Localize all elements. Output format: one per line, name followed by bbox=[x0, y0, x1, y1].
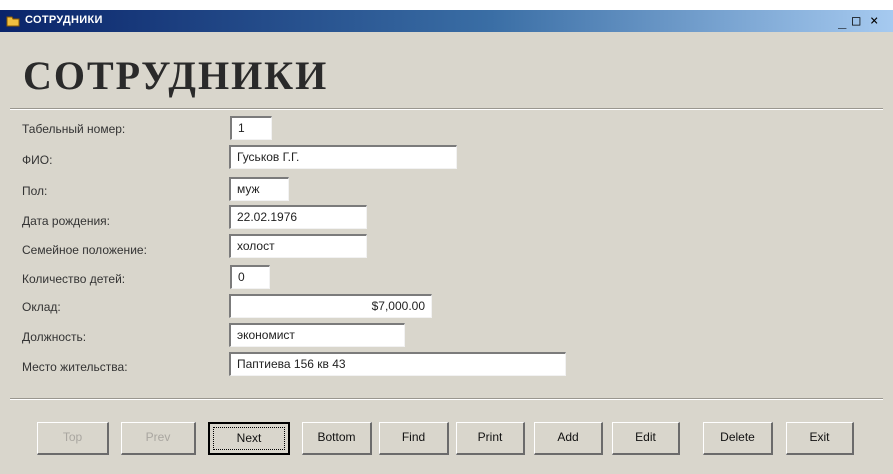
divider-top bbox=[10, 108, 883, 110]
birth-date-field[interactable]: 22.02.1976 bbox=[229, 205, 367, 229]
window-title: СОТРУДНИКИ bbox=[25, 14, 103, 26]
delete-button[interactable]: Delete bbox=[703, 422, 773, 455]
position-field[interactable]: экономист bbox=[229, 323, 405, 347]
add-button[interactable]: Add bbox=[534, 422, 603, 455]
label-birth-date: Дата рождения: bbox=[22, 214, 110, 228]
employees-window: СОТРУДНИКИ _ □ × СОТРУДНИКИ Табельный но… bbox=[0, 10, 893, 474]
form-heading: СОТРУДНИКИ bbox=[23, 53, 329, 98]
full-name-field[interactable]: Гуськов Г.Г. bbox=[229, 145, 457, 169]
label-position: Должность: bbox=[22, 330, 87, 344]
divider-bottom bbox=[10, 398, 883, 400]
print-button[interactable]: Print bbox=[456, 422, 525, 455]
salary-field[interactable]: $7,000.00 bbox=[229, 294, 432, 318]
personnel-number-field[interactable]: 1 bbox=[230, 116, 272, 140]
label-gender: Пол: bbox=[22, 184, 48, 198]
label-address: Место жительства: bbox=[22, 360, 128, 374]
exit-button[interactable]: Exit bbox=[786, 422, 854, 455]
minimize-icon[interactable]: _ bbox=[838, 13, 846, 29]
edit-button[interactable]: Edit bbox=[612, 422, 680, 455]
find-button[interactable]: Find bbox=[379, 422, 449, 455]
close-icon[interactable]: × bbox=[870, 13, 878, 29]
prev-button[interactable]: Prev bbox=[121, 422, 196, 455]
address-field[interactable]: Паптиева 156 кв 43 bbox=[229, 352, 566, 376]
children-count-field[interactable]: 0 bbox=[230, 265, 270, 289]
gender-field[interactable]: муж bbox=[229, 177, 289, 201]
label-full-name: ФИО: bbox=[22, 153, 53, 167]
label-children-count: Количество детей: bbox=[22, 272, 126, 286]
app-icon bbox=[6, 16, 20, 27]
bottom-button[interactable]: Bottom bbox=[302, 422, 372, 455]
title-bar[interactable]: СОТРУДНИКИ _ □ × bbox=[0, 10, 893, 32]
top-button[interactable]: Top bbox=[37, 422, 109, 455]
next-button[interactable]: Next bbox=[208, 422, 290, 455]
label-marital-status: Семейное положение: bbox=[22, 243, 147, 257]
label-salary: Оклад: bbox=[22, 300, 61, 314]
marital-status-field[interactable]: холост bbox=[229, 234, 367, 258]
label-personnel-number: Табельный номер: bbox=[22, 122, 126, 136]
maximize-icon[interactable]: □ bbox=[852, 13, 860, 29]
